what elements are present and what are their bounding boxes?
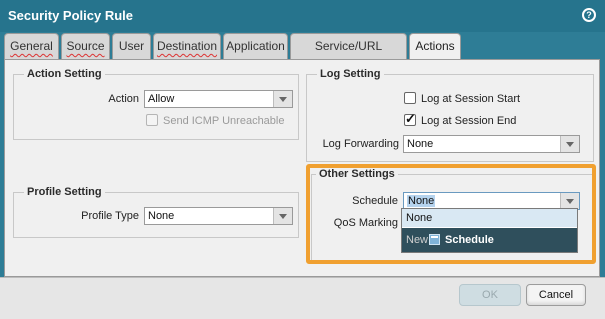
profile-type-label: Profile Type bbox=[81, 210, 139, 222]
tab-actions[interactable]: Actions bbox=[409, 33, 461, 60]
log-start-checkbox[interactable] bbox=[404, 92, 416, 104]
new-prefix-label: New bbox=[406, 234, 429, 246]
log-setting-legend: Log Setting bbox=[317, 68, 384, 80]
log-end-label: Log at Session End bbox=[421, 115, 517, 127]
tab-user[interactable]: User bbox=[112, 33, 151, 59]
dialog-titlebar: Security Policy Rule ? bbox=[0, 0, 605, 32]
log-start-label: Log at Session Start bbox=[421, 93, 521, 105]
tab-general[interactable]: General bbox=[4, 33, 59, 59]
new-schedule-label: Schedule bbox=[445, 234, 494, 246]
dropdown-option-none[interactable]: None bbox=[402, 209, 577, 227]
schedule-dropdown-list[interactable]: None New Schedule bbox=[401, 208, 578, 253]
log-forwarding-value: None bbox=[407, 138, 434, 150]
send-icmp-checkbox[interactable] bbox=[146, 114, 158, 126]
action-label: Action bbox=[108, 93, 139, 105]
log-forwarding-select[interactable]: None bbox=[403, 135, 580, 153]
profile-type-value: None bbox=[148, 210, 175, 222]
action-select[interactable]: Allow bbox=[144, 90, 293, 108]
log-setting-group: Log Setting Log at Session Start ✓ Log a… bbox=[306, 68, 594, 162]
dialog-title: Security Policy Rule bbox=[8, 8, 133, 23]
ok-button[interactable]: OK bbox=[459, 284, 521, 306]
cancel-button[interactable]: Cancel bbox=[526, 284, 586, 306]
chevron-down-icon[interactable] bbox=[273, 91, 292, 107]
log-forwarding-label: Log Forwarding bbox=[322, 138, 399, 150]
tab-service-url-category[interactable]: Service/URL Category bbox=[290, 33, 407, 78]
log-end-checkbox[interactable]: ✓ bbox=[404, 111, 416, 126]
chevron-down-icon[interactable] bbox=[273, 208, 292, 224]
send-icmp-label: Send ICMP Unreachable bbox=[163, 115, 285, 127]
action-setting-legend: Action Setting bbox=[24, 68, 105, 80]
profile-setting-group: Profile Setting Profile Type None bbox=[13, 186, 299, 238]
dropdown-option-new-schedule[interactable]: New Schedule bbox=[402, 228, 577, 252]
tab-application[interactable]: Application bbox=[223, 33, 288, 59]
dropdown-option-none-label: None bbox=[406, 212, 433, 224]
profile-type-select[interactable]: None bbox=[144, 207, 293, 225]
action-setting-group: Action Setting Action Allow Send ICMP Un… bbox=[13, 68, 299, 140]
profile-setting-legend: Profile Setting bbox=[24, 186, 105, 198]
calendar-icon bbox=[429, 234, 440, 245]
tab-destination[interactable]: Destination bbox=[153, 33, 221, 59]
action-select-value: Allow bbox=[148, 93, 175, 105]
chevron-down-icon[interactable] bbox=[560, 136, 579, 152]
checkmark-icon: ✓ bbox=[405, 111, 416, 126]
tab-source[interactable]: Source bbox=[61, 33, 110, 59]
question-circle-icon[interactable]: ? bbox=[582, 8, 596, 22]
